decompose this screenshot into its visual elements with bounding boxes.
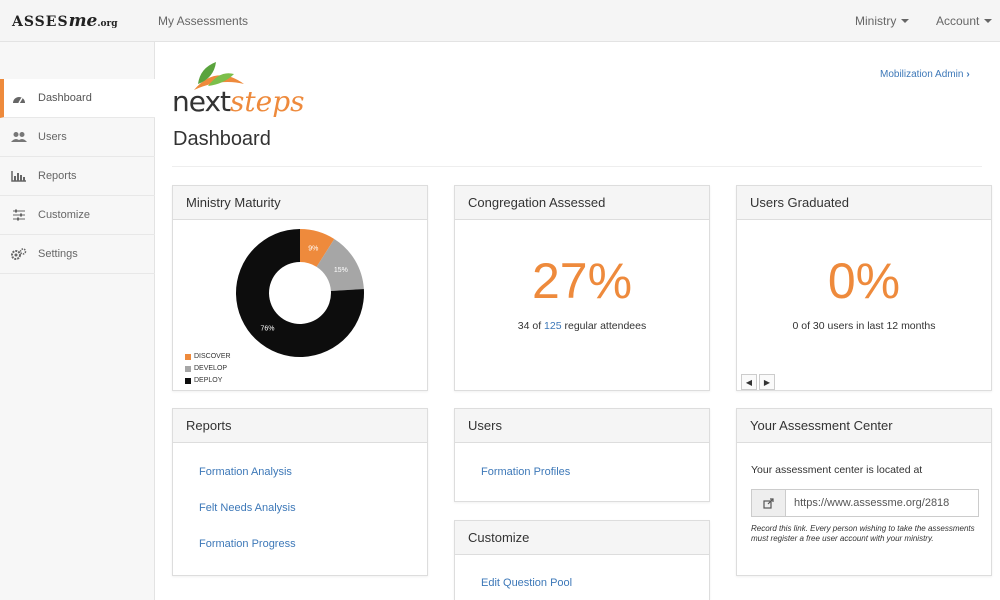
attendees-link[interactable]: 125 (544, 320, 562, 332)
users-panel: Users Formation Profiles (454, 408, 710, 502)
formation-analysis-link[interactable]: Formation Analysis (199, 466, 292, 478)
mobilization-admin-link[interactable]: Mobilization Admin › (880, 69, 970, 80)
caret-down-icon (901, 19, 910, 23)
legend-item-discover: DISCOVER (185, 353, 231, 360)
sidebar-item-customize[interactable]: Customize (0, 196, 155, 235)
sidebar-item-label: Dashboard (38, 92, 92, 104)
panel-title: Users (455, 409, 709, 443)
donut-label-discover: 9% (308, 245, 318, 252)
panel-title: Congregation Assessed (455, 186, 709, 220)
assessment-center-note: Record this link. Every person wishing t… (751, 524, 975, 543)
maturity-donut-chart: 9% 15% 76% (236, 229, 364, 357)
congregation-count: 34 of (517, 320, 545, 332)
mobilization-admin-label: Mobilization Admin (880, 69, 964, 80)
nav-account-dropdown[interactable]: Account (936, 14, 993, 28)
chevron-right-icon: › (966, 69, 970, 80)
legend-item-develop: DEVELOP (185, 365, 227, 372)
panel-title: Users Graduated (737, 186, 991, 220)
donut-label-deploy: 76% (260, 326, 274, 333)
ministry-maturity-panel: Ministry Maturity 9% 15% 76% DISCOVER DEVE… (172, 185, 428, 391)
customize-panel: Customize Edit Question Pool (454, 520, 710, 600)
legend-swatch (185, 365, 191, 372)
sidebar-item-reports[interactable]: Reports (0, 157, 155, 196)
external-link-icon[interactable] (752, 490, 786, 516)
sidebar-item-label: Settings (38, 248, 78, 260)
users-icon (11, 131, 27, 143)
felt-needs-analysis-link[interactable]: Felt Needs Analysis (199, 502, 296, 514)
sidebar-item-dashboard[interactable]: Dashboard (0, 79, 155, 118)
sidebar-item-label: Users (38, 131, 67, 143)
assessment-center-text: Your assessment center is located at (751, 464, 923, 476)
sidebar-item-label: Reports (38, 170, 77, 182)
sidebar-item-users[interactable]: Users (0, 118, 155, 157)
logo-next: next (172, 85, 231, 118)
legend-label: DEPLOY (194, 377, 223, 384)
graduated-percent: 0% (827, 253, 901, 309)
legend-label: DISCOVER (194, 353, 231, 360)
panel-title: Reports (173, 409, 427, 443)
nextsteps-logo: nextsteps (172, 60, 312, 120)
congregation-suffix: regular attendees (561, 320, 647, 332)
nav-ministry-label: Ministry (855, 14, 897, 28)
donut-label-develop: 15% (334, 267, 348, 274)
nav-ministry-dropdown[interactable]: Ministry (855, 14, 910, 28)
chart-icon (11, 170, 27, 182)
graduated-subtext: 0 of 30 users in last 12 months (792, 320, 936, 332)
congregation-assessed-panel: Congregation Assessed 27% 34 of 125 regu… (454, 185, 710, 391)
brand-script: me (68, 11, 98, 31)
brand-logo[interactable]: ASSESme.org (12, 11, 118, 31)
formation-progress-link[interactable]: Formation Progress (199, 538, 296, 550)
logo-wordmark: nextsteps (172, 86, 305, 118)
legend-swatch (185, 353, 191, 360)
assessment-url-field[interactable]: https://www.assessme.org/2818 (751, 489, 979, 517)
sidebar-item-label: Customize (38, 209, 90, 221)
congregation-subtext: 34 of 125 regular attendees (455, 320, 709, 332)
legend-label: DEVELOP (194, 365, 228, 372)
divider (172, 166, 982, 167)
panel-title: Your Assessment Center (737, 409, 991, 443)
sidebar: Dashboard Users Reports Customize Settin… (0, 42, 155, 600)
caret-down-icon (984, 19, 993, 23)
brand-prefix: ASSES (12, 14, 69, 30)
sidebar-item-settings[interactable]: Settings (0, 235, 155, 274)
formation-profiles-link[interactable]: Formation Profiles (481, 466, 570, 478)
panel-title: Customize (455, 521, 709, 555)
assessment-center-panel: Your Assessment Center Your assessment c… (736, 408, 992, 576)
congregation-percent: 27% (531, 253, 633, 309)
prev-button[interactable]: ◀ (741, 374, 757, 390)
reports-panel: Reports Formation Analysis Felt Needs An… (172, 408, 428, 576)
top-navbar: ASSESme.org My Assessments Ministry Acco… (0, 0, 1000, 42)
gears-icon (11, 248, 27, 260)
nav-my-assessments[interactable]: My Assessments (158, 14, 248, 28)
legend-swatch (185, 377, 191, 384)
dashboard-icon (11, 92, 27, 104)
logo-steps: steps (230, 85, 305, 118)
legend-item-deploy: DEPLOY (185, 377, 222, 384)
page-title: Dashboard (173, 128, 271, 150)
brand-suffix: .org (97, 19, 118, 29)
caret-left-icon: ◀ (745, 377, 753, 387)
users-graduated-panel: Users Graduated 0% 0 of 30 users in last… (736, 185, 992, 391)
edit-question-pool-link[interactable]: Edit Question Pool (481, 577, 572, 589)
caret-right-icon: ▶ (763, 377, 771, 387)
next-button[interactable]: ▶ (759, 374, 775, 390)
panel-title: Ministry Maturity (173, 186, 427, 220)
assessment-url: https://www.assessme.org/2818 (794, 497, 950, 509)
sliders-icon (11, 209, 27, 221)
nav-account-label: Account (936, 14, 980, 28)
